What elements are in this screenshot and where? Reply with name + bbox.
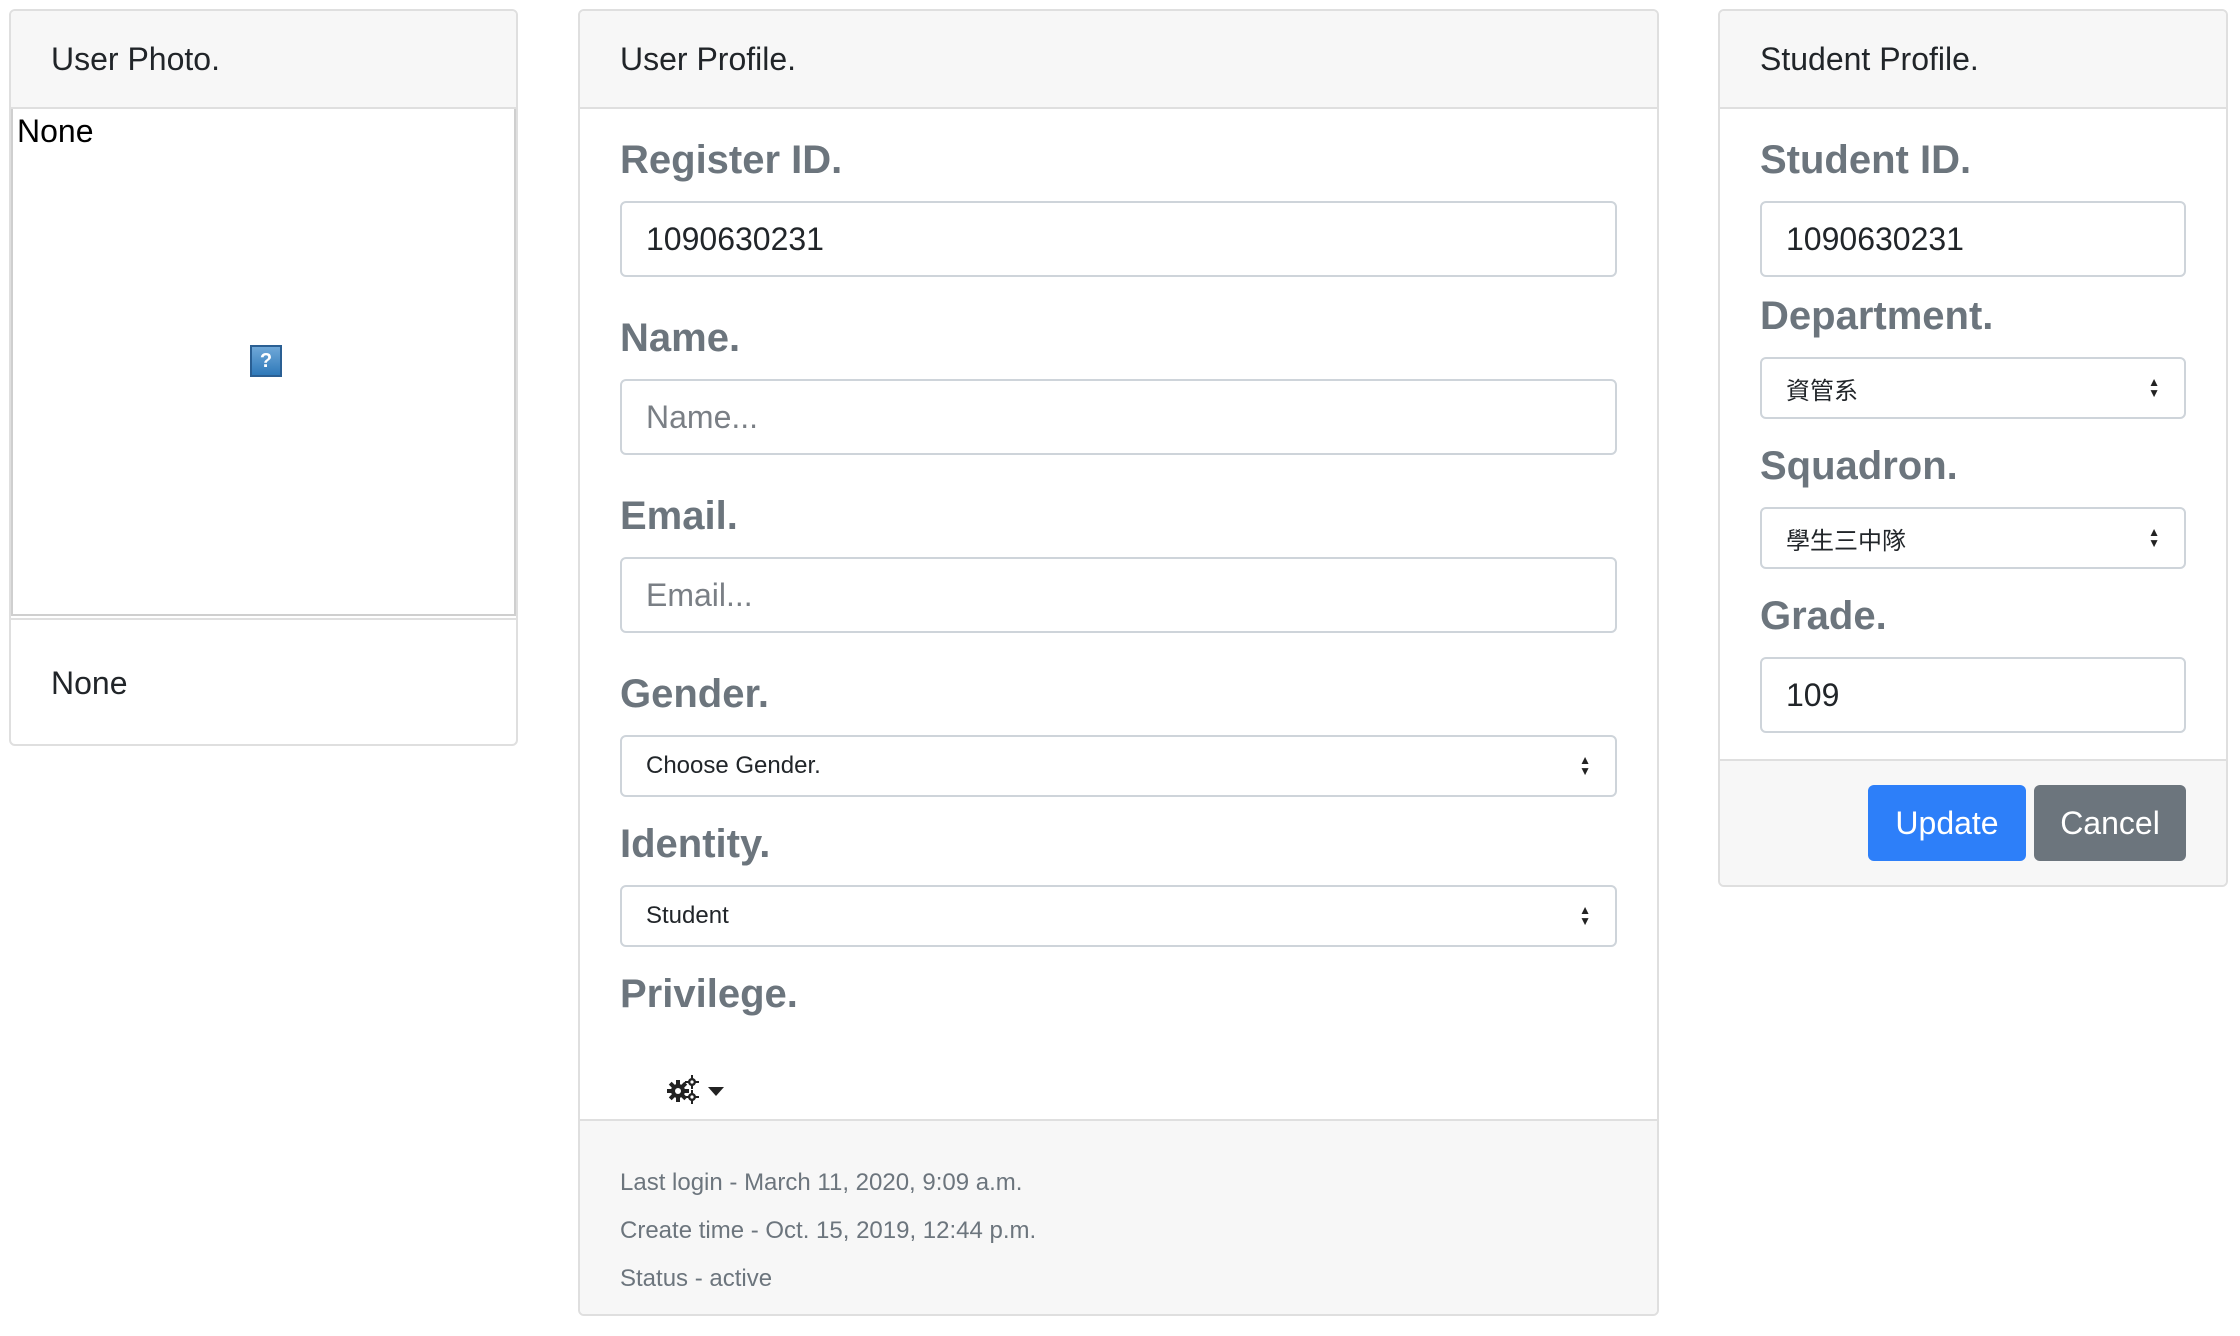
last-login-text: Last login - March 11, 2020, 9:09 a.m.: [620, 1169, 1023, 1196]
user-photo-card: User Photo. None ? None: [9, 9, 518, 746]
student-id-input[interactable]: 1090630231: [1760, 201, 2186, 277]
create-time-text: Create time - Oct. 15, 2019, 12:44 p.m.: [620, 1217, 1037, 1244]
select-arrows-icon: ▲ ▼: [2148, 375, 2160, 400]
select-arrows-icon: ▲ ▼: [2148, 525, 2160, 550]
user-photo-header: User Photo.: [11, 11, 516, 109]
grade-input[interactable]: 109: [1760, 657, 2186, 733]
identity-select[interactable]: Student ▲ ▼: [620, 885, 1617, 947]
gears-icon: [666, 1074, 700, 1109]
email-input[interactable]: Email...: [620, 557, 1617, 633]
name-input[interactable]: Name...: [620, 379, 1617, 455]
student-profile-header: Student Profile.: [1720, 11, 2226, 109]
student-id-label: Student ID.: [1760, 138, 1972, 182]
register-id-input[interactable]: 1090630231: [620, 201, 1617, 277]
grade-label: Grade.: [1760, 594, 1887, 638]
student-profile-footer: Update Cancel: [1720, 759, 2226, 885]
select-arrows-icon: ▲ ▼: [1579, 753, 1591, 778]
gender-select-value: Choose Gender.: [646, 752, 821, 779]
email-label: Email.: [620, 494, 738, 538]
privilege-dropdown-toggle[interactable]: [666, 1071, 724, 1111]
department-select[interactable]: 資管系 ▲ ▼: [1760, 357, 2186, 419]
broken-image-icon: ?: [250, 345, 282, 377]
gender-label: Gender.: [620, 672, 769, 716]
user-profile-card: User Profile. Register ID. 1090630231 Na…: [578, 9, 1659, 1316]
student-profile-card: Student Profile. Student ID. 1090630231 …: [1718, 9, 2228, 887]
squadron-label: Squadron.: [1760, 444, 1958, 488]
gender-select[interactable]: Choose Gender. ▲ ▼: [620, 735, 1617, 797]
update-button[interactable]: Update: [1868, 785, 2026, 861]
user-profile-header: User Profile.: [580, 11, 1657, 109]
select-arrows-icon: ▲ ▼: [1579, 903, 1591, 928]
department-select-value: 資管系: [1786, 377, 1858, 405]
status-text: Status - active: [620, 1265, 773, 1292]
cancel-button[interactable]: Cancel: [2034, 785, 2186, 861]
identity-label: Identity.: [620, 822, 771, 866]
department-label: Department.: [1760, 294, 1994, 338]
user-photo-alt-text: None: [17, 113, 94, 149]
user-photo-image: None ?: [11, 109, 516, 616]
name-label: Name.: [620, 316, 741, 360]
identity-select-value: Student: [646, 902, 729, 929]
user-photo-caption: None: [11, 618, 516, 744]
privilege-label: Privilege.: [620, 972, 798, 1016]
squadron-select-value: 學生三中隊: [1786, 527, 1906, 555]
squadron-select[interactable]: 學生三中隊 ▲ ▼: [1760, 507, 2186, 569]
register-id-label: Register ID.: [620, 138, 843, 182]
user-profile-footer: Last login - March 11, 2020, 9:09 a.m. C…: [580, 1119, 1657, 1314]
caret-down-icon: [708, 1086, 724, 1096]
